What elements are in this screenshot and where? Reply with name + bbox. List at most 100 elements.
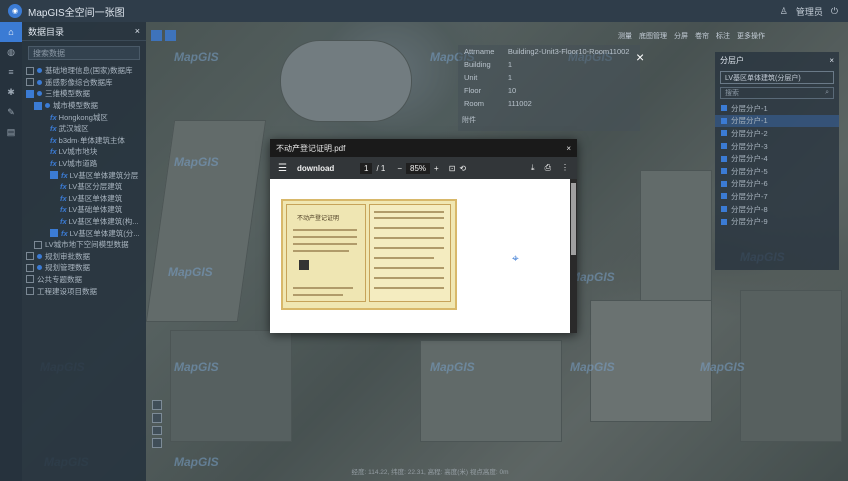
list-item[interactable]: 分层分户-7: [715, 190, 839, 203]
zoom-controls: [152, 400, 162, 448]
print-icon[interactable]: ⎙: [545, 163, 551, 173]
table-row: Room 111002: [464, 99, 532, 108]
tree-item[interactable]: 三维模型数据: [26, 88, 142, 100]
list-item[interactable]: 分层分户-1: [715, 102, 839, 115]
zoom-in-button[interactable]: +: [434, 164, 439, 173]
layer-select[interactable]: LV基区单体建筑(分层户): [720, 71, 834, 84]
zoom-in-button[interactable]: [152, 400, 162, 410]
close-icon[interactable]: ×: [566, 144, 571, 153]
menu-icon[interactable]: ☰: [278, 163, 287, 174]
icon-rail: ⌂ ◍ ≡ ✱ ✎ ▤: [0, 22, 22, 481]
close-icon[interactable]: ×: [829, 56, 834, 65]
search-icon: ⌕: [825, 89, 829, 96]
tree-item[interactable]: fx LV城市道路: [26, 158, 142, 170]
user-icon: ♙: [779, 5, 788, 16]
tool-swipe[interactable]: 卷帘: [695, 31, 709, 41]
tool-basemap[interactable]: 底图管理: [639, 31, 667, 41]
globe-icon[interactable]: ◍: [0, 42, 22, 62]
page-number-input[interactable]: 1: [360, 162, 373, 174]
app-title: MapGIS全空间一张图: [28, 7, 125, 19]
list-item[interactable]: 分层分户-5: [715, 165, 839, 178]
tree-item[interactable]: 遥感影像综合数据库: [26, 77, 142, 89]
db-icon[interactable]: ▤: [0, 122, 22, 142]
tool-label[interactable]: 标注: [716, 31, 730, 41]
list-item[interactable]: 分层分户-6: [715, 178, 839, 191]
list-item[interactable]: 分层分户-4: [715, 152, 839, 165]
pdf-name: download: [296, 163, 335, 173]
watermark: MapGIS: [700, 360, 745, 374]
search-icon[interactable]: [165, 30, 176, 41]
ruler-icon[interactable]: ✎: [0, 102, 22, 122]
results-search-input[interactable]: 搜索 ⌕: [720, 87, 834, 99]
fit-page-icon[interactable]: ⊡: [449, 164, 456, 173]
tool-measure[interactable]: 测量: [618, 31, 632, 41]
tree-item[interactable]: fx b3dm·单体建筑主体: [26, 135, 142, 147]
tree-item[interactable]: fx LV城市地块: [26, 146, 142, 158]
watermark: MapGIS: [174, 360, 219, 374]
list-item[interactable]: 分层分户-3: [715, 140, 839, 153]
zoom-level[interactable]: 85%: [406, 162, 431, 174]
attribute-table: Attrname Building2-Unit3-Floor10-Room1100…: [458, 45, 640, 110]
map-quick-tools: [151, 30, 179, 42]
attribute-popup: Attrname Building2-Unit3-Floor10-Room1100…: [458, 45, 640, 131]
tree-item[interactable]: 规划审批数据: [26, 251, 142, 263]
tree-item[interactable]: fx LV基区单体建筑(分...: [26, 227, 142, 239]
list-item[interactable]: 分层分户-1: [715, 114, 839, 128]
tree-item[interactable]: fx 武汉城区: [26, 123, 142, 135]
home-icon[interactable]: ⌂: [0, 22, 22, 42]
catalog-search-input[interactable]: 搜索数据: [28, 46, 140, 60]
list-item[interactable]: 分层分户-8: [715, 203, 839, 216]
power-icon[interactable]: ⏻: [831, 6, 838, 17]
compass-button[interactable]: [152, 425, 162, 436]
table-row: Unit 1: [464, 73, 513, 82]
pdf-page[interactable]: 不动产登记证明: [270, 179, 570, 333]
tree-item[interactable]: 城市模型数据: [26, 100, 142, 112]
list-item[interactable]: 分层分户-2: [715, 127, 839, 140]
more-icon[interactable]: ⋮: [561, 163, 569, 173]
tree-item[interactable]: fx Hongkong城区: [26, 111, 142, 123]
tree-item[interactable]: fx LV基区单体建筑分层: [26, 169, 142, 181]
location-marker-icon[interactable]: ⌖: [512, 251, 519, 266]
watermark: MapGIS: [430, 360, 475, 374]
download-icon[interactable]: ⤓: [531, 163, 535, 173]
list-item[interactable]: 分层分户-9: [715, 215, 839, 228]
layers-icon[interactable]: ≡: [0, 62, 22, 82]
panel-title: 数据目录: [28, 26, 65, 37]
qr-code: [299, 260, 309, 270]
tree-item[interactable]: fx LV基区分层建筑: [26, 181, 142, 193]
tree-item[interactable]: fx LV基区单体建筑: [26, 193, 142, 205]
grid-icon[interactable]: [151, 30, 162, 41]
page-count: / 1: [376, 163, 386, 173]
map-toolbar: 测量 底图管理 分屏 卷帘 标注 更多操作: [618, 30, 765, 42]
close-icon[interactable]: ×: [636, 49, 644, 65]
watermark: MapGIS: [570, 360, 615, 374]
settings-icon[interactable]: ✱: [0, 82, 22, 102]
certificate-title: 不动产登记证明: [297, 216, 340, 222]
dialog-title: 不动产登记证明.pdf: [276, 143, 346, 153]
tree-item[interactable]: LV城市地下空间模型数据: [26, 239, 142, 251]
attachments-label[interactable]: 附件: [458, 115, 476, 125]
reset-view-button[interactable]: [152, 438, 162, 448]
app-logo-icon: ◉: [8, 4, 22, 18]
rotate-icon[interactable]: ⟲: [459, 164, 466, 173]
watermark: MapGIS: [174, 50, 219, 64]
panel-title: 分层户: [720, 55, 744, 65]
tree-item[interactable]: 公共专题数据: [26, 274, 142, 286]
zoom-out-button[interactable]: [152, 412, 162, 423]
tree-item[interactable]: 基础地理信息(国家)数据库: [26, 65, 142, 77]
tree-item[interactable]: fx LV基区单体建筑(构...: [26, 216, 142, 228]
watermark: MapGIS: [168, 265, 213, 279]
pdf-scrollbar[interactable]: [570, 179, 577, 333]
app-header: ◉ MapGIS全空间一张图 ♙ 管理员 ⏻: [0, 0, 848, 22]
status-bar: 经度: 114.22, 纬度: 22.31, 高程: 高度(米) 视点高度: 0…: [351, 469, 509, 476]
tree-item[interactable]: 规划管理数据: [26, 262, 142, 274]
tree-item[interactable]: fx LV基础单体建筑: [26, 204, 142, 216]
tool-more[interactable]: 更多操作: [737, 31, 765, 41]
tool-split[interactable]: 分屏: [674, 31, 688, 41]
watermark: MapGIS: [174, 455, 219, 469]
user-name[interactable]: 管理员: [796, 5, 823, 18]
data-catalog-panel: 数据目录 × 搜索数据 基础地理信息(国家)数据库 遥感影像综合数据库 三维模型…: [22, 22, 146, 481]
close-icon[interactable]: ×: [135, 26, 140, 36]
tree-item[interactable]: 工程建设项目数据: [26, 285, 142, 297]
zoom-out-button[interactable]: −: [397, 164, 402, 173]
